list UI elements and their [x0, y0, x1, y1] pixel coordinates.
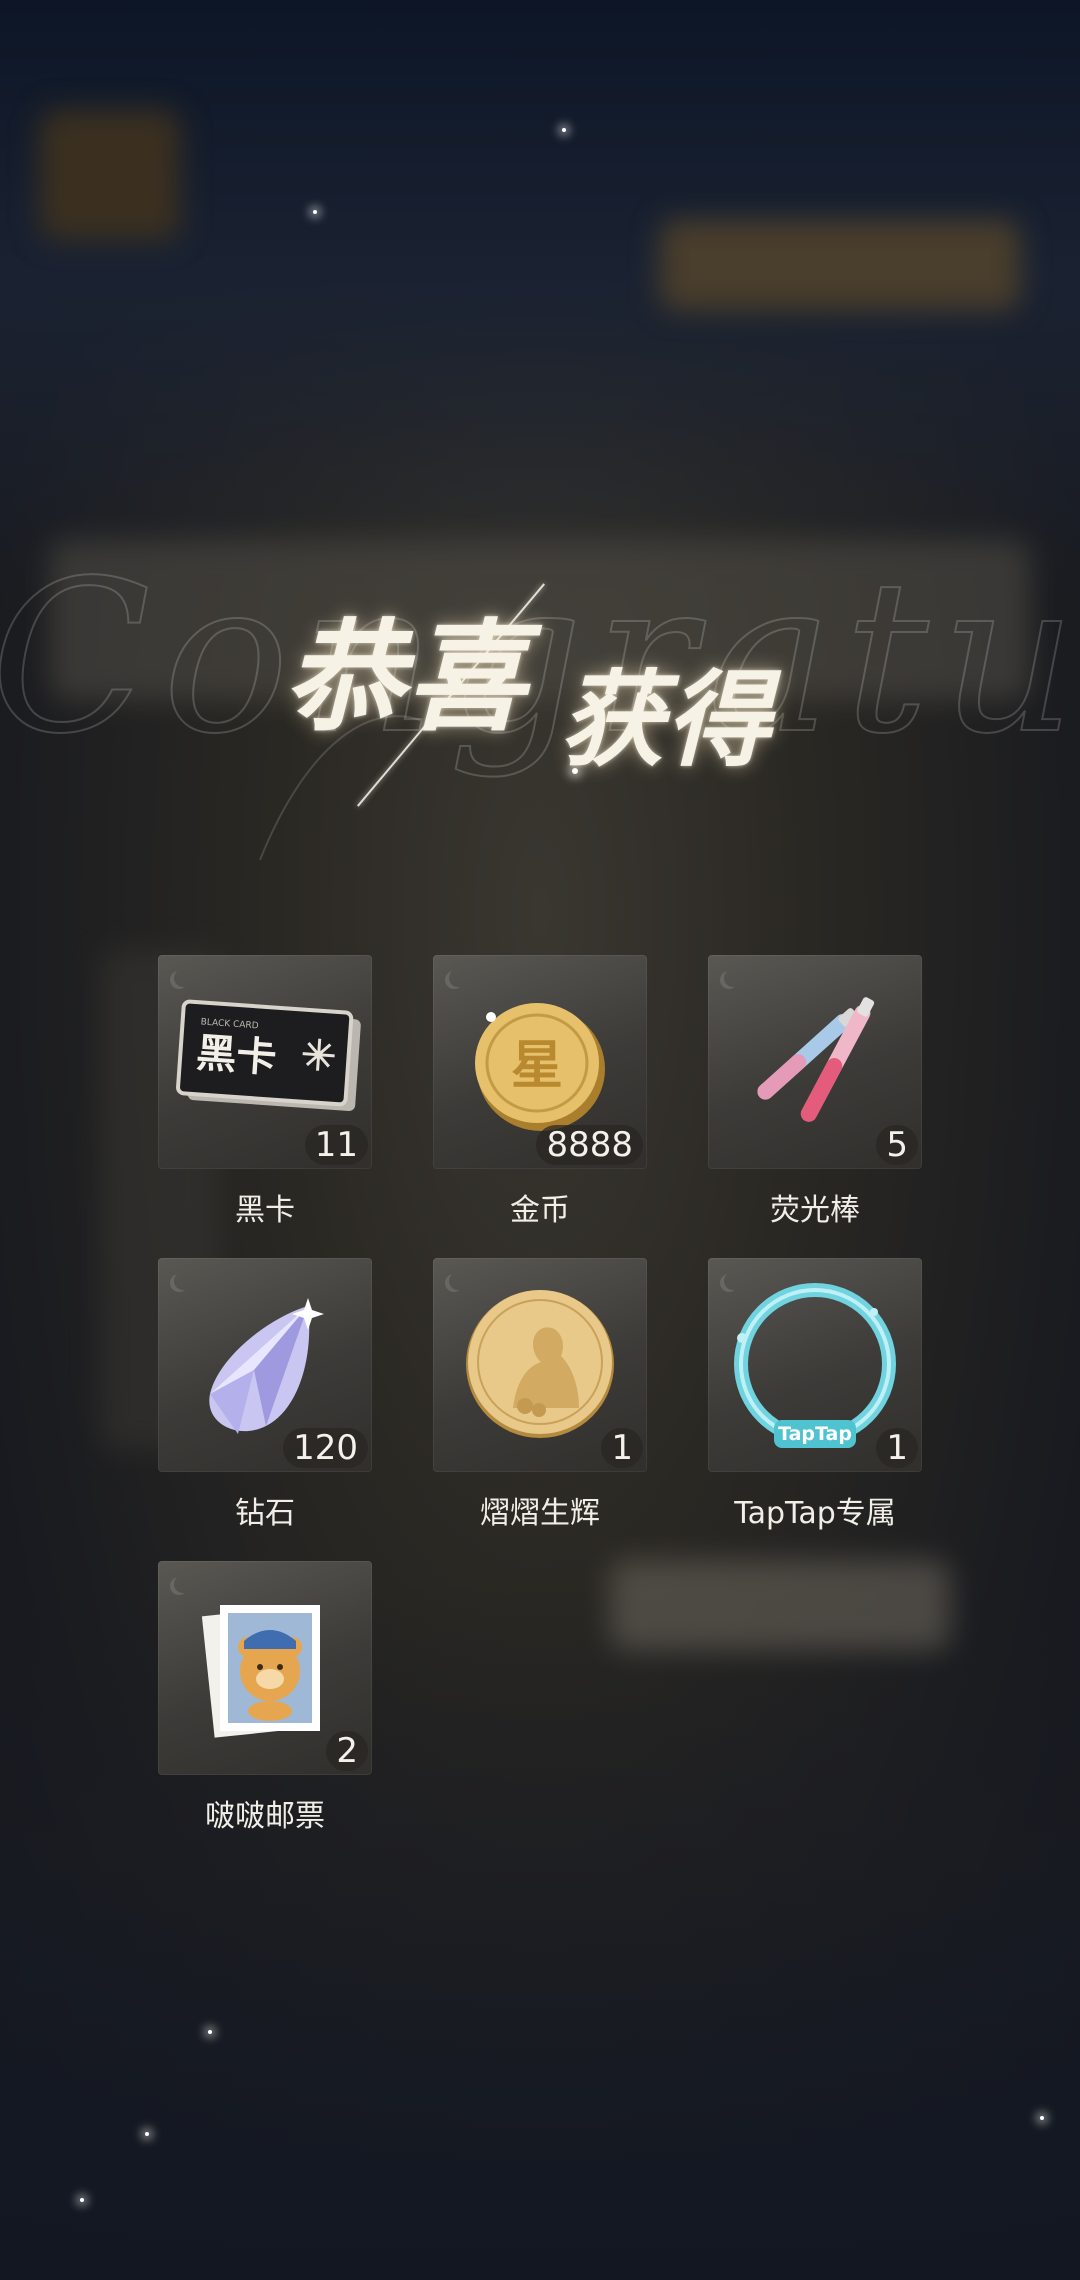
sparkle — [208, 2030, 212, 2034]
item-name: 啵啵邮票 — [205, 1799, 325, 1834]
coin-text: 星 — [511, 1036, 563, 1096]
item-count: 1 — [876, 1428, 918, 1468]
reward-tile[interactable]: BLACK CARD 黑卡 11 — [158, 955, 372, 1169]
item-count: 120 — [283, 1428, 368, 1468]
bg-blur-bar — [660, 220, 1020, 310]
reward-tile[interactable]: 1 — [433, 1258, 647, 1472]
reward-item-diamond[interactable]: 120 钻石 — [158, 1258, 372, 1532]
item-count: 1 — [601, 1428, 643, 1468]
title-obtained: 获得 — [560, 658, 773, 781]
reward-title: 恭喜 获得 — [260, 560, 820, 807]
reward-tile[interactable]: 星 8888 — [433, 955, 647, 1169]
reward-item-gold-coin[interactable]: 星 8888 金币 — [433, 955, 647, 1229]
item-name: 钻石 — [235, 1496, 295, 1531]
reward-item-black-card[interactable]: BLACK CARD 黑卡 11 黑卡 — [158, 955, 372, 1229]
item-count: 8888 — [536, 1125, 643, 1165]
item-name: 熠熠生辉 — [480, 1496, 600, 1531]
sparkle — [313, 210, 317, 214]
reward-item-glow-stick[interactable]: 5 荧光棒 — [708, 955, 922, 1229]
sparkle — [145, 2132, 149, 2136]
title-congrats: 恭喜 — [284, 607, 528, 748]
bg-blur-avatar — [40, 110, 180, 240]
reward-tile[interactable]: 120 — [158, 1258, 372, 1472]
reward-item-bear-stamp[interactable]: 2 啵啵邮票 — [158, 1561, 372, 1835]
item-name: 金币 — [510, 1193, 570, 1228]
reward-tile[interactable]: 2 — [158, 1561, 372, 1775]
sparkle — [80, 2198, 84, 2202]
sparkle — [1040, 2116, 1044, 2120]
frame-text: TapTap — [778, 1423, 852, 1445]
bg-blur-button — [610, 1560, 950, 1650]
item-name: 黑卡 — [235, 1193, 295, 1228]
sparkle — [562, 128, 566, 132]
item-name: 荧光棒 — [770, 1193, 860, 1228]
item-name: TapTap专属 — [734, 1496, 896, 1531]
reward-item-taptap-frame[interactable]: TapTap 1 TapTap专属 — [708, 1258, 922, 1532]
item-count: 11 — [304, 1125, 368, 1165]
item-count: 2 — [326, 1731, 368, 1771]
reward-tile[interactable]: 5 — [708, 955, 922, 1169]
reward-item-portrait-coin[interactable]: 1 熠熠生辉 — [433, 1258, 647, 1532]
reward-tile[interactable]: TapTap 1 — [708, 1258, 922, 1472]
item-count: 5 — [876, 1125, 918, 1165]
card-text: 黑卡 — [195, 1030, 278, 1081]
